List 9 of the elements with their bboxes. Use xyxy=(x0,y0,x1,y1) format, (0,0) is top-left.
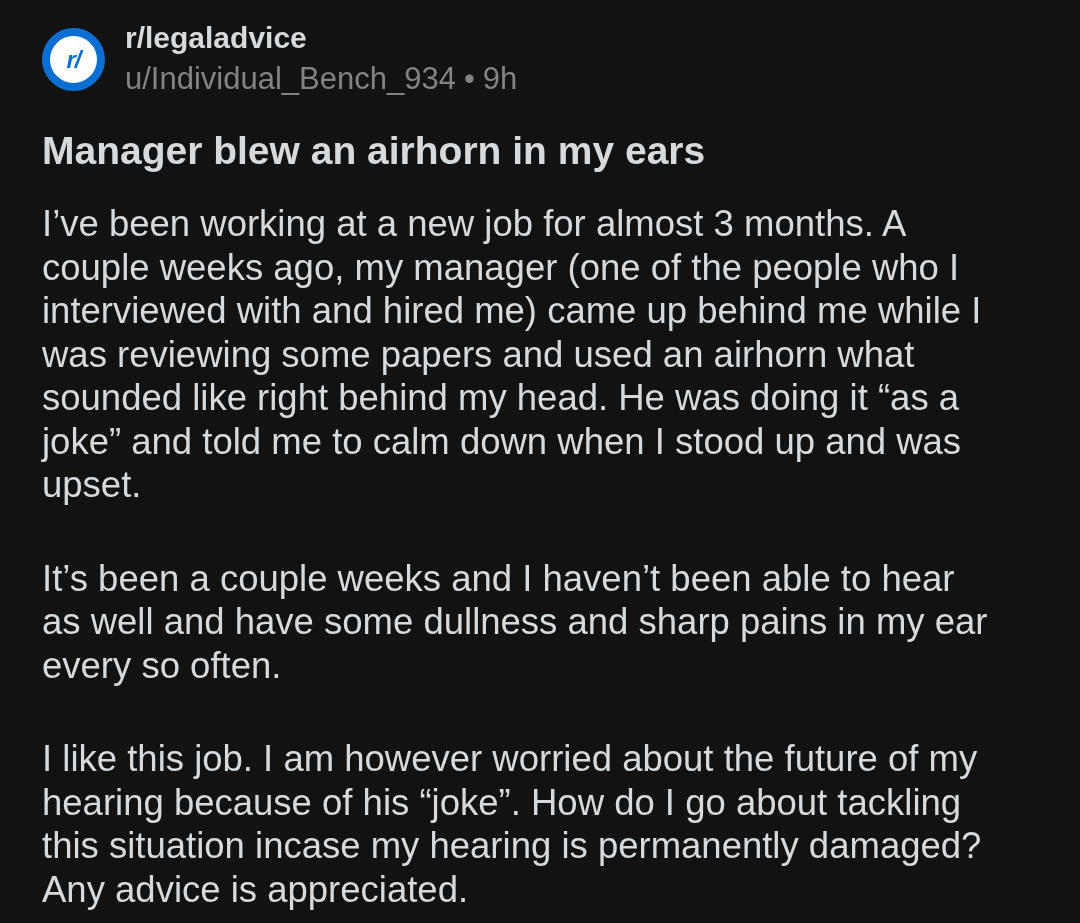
post-title: Manager blew an airhorn in my ears xyxy=(42,128,707,174)
separator-dot: • xyxy=(463,60,475,98)
author-name[interactable]: u/Individual_Bench_934 xyxy=(125,58,456,100)
post-age: 9h xyxy=(482,60,518,98)
subreddit-name[interactable]: r/legaladvice xyxy=(125,18,518,58)
subreddit-avatar[interactable]: r/ xyxy=(42,27,105,91)
post-paragraph: I like this job. I am however worried about the future of my hearing because of his “joke”. How do I go about tackling this situation incase my hearing is permanently damaged? Any advice is appreciated. xyxy=(42,737,983,911)
post-paragraph: I’ve been working at a new job for almost 3 months. A couple weeks ago, my manager (one of the people who I interviewed with and hired me) came up behind me while I was reviewing some papers and used an airhorn what sounded like right behind my head. He was doing it “as a joke” and told me to calm down when I stood up and was upset. xyxy=(42,202,983,507)
post-paragraph: It’s been a couple weeks and I haven’t been able to hear as well and have some dullness and sharp pains in my ear every so often. xyxy=(42,556,989,687)
